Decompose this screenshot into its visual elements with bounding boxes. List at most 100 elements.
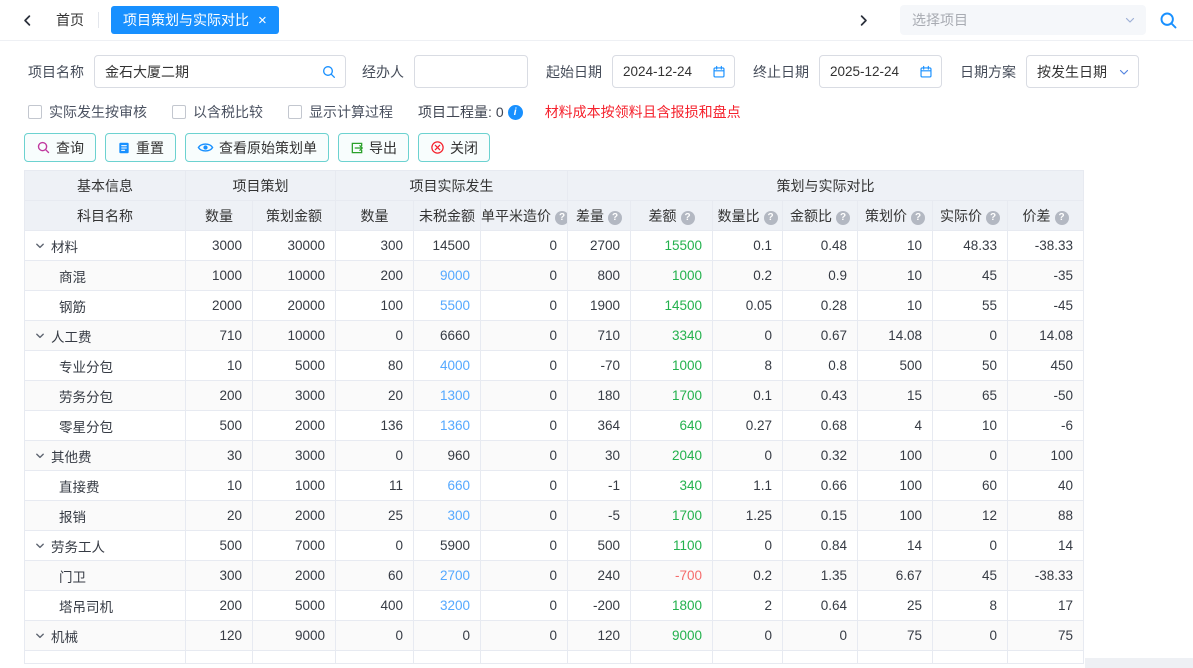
value-cell[interactable]: 2700 <box>414 561 481 591</box>
value[interactable]: 1300 <box>440 388 470 403</box>
value-cell[interactable]: 9000 <box>414 261 481 291</box>
help-icon[interactable]: ? <box>836 211 850 225</box>
value-cell[interactable]: 660 <box>414 471 481 501</box>
start-date-picker[interactable]: 2024-12-24 <box>612 55 735 88</box>
value: 10 <box>982 418 997 433</box>
global-search-icon[interactable] <box>1158 10 1179 31</box>
value-cell: 8 <box>933 591 1008 621</box>
value-cell[interactable]: 300 <box>414 501 481 531</box>
value: 25 <box>907 598 922 613</box>
value[interactable]: 9000 <box>440 268 470 283</box>
reset-button[interactable]: 重置 <box>105 133 176 162</box>
help-icon[interactable]: ? <box>764 211 778 225</box>
value: 2000 <box>295 508 325 523</box>
value: 136 <box>380 418 403 433</box>
close-button-label: 关闭 <box>450 138 478 158</box>
collapse-icon[interactable] <box>35 331 45 341</box>
value: 100 <box>899 448 922 463</box>
value-cell[interactable]: 3200 <box>414 591 481 621</box>
value-cell: -35 <box>1008 261 1084 291</box>
tab-home[interactable]: 首页 <box>56 10 84 30</box>
checkbox-icon[interactable] <box>288 105 302 119</box>
tab-close-icon[interactable]: × <box>258 13 267 28</box>
value-cell: 0.84 <box>783 531 858 561</box>
subject-name-cell[interactable]: 人工费 <box>25 321 186 351</box>
collapse-icon[interactable] <box>35 451 45 461</box>
value[interactable]: 660 <box>447 478 470 493</box>
subject-name-cell[interactable]: 机械 <box>25 621 186 651</box>
help-icon[interactable]: ? <box>681 211 695 225</box>
value: 0 <box>395 448 403 463</box>
value: 0.48 <box>821 238 847 253</box>
project-name-input[interactable] <box>95 64 321 80</box>
value-cell: 300 <box>336 231 414 261</box>
value[interactable]: 1360 <box>440 418 470 433</box>
collapse-icon[interactable] <box>35 631 45 641</box>
collapse-icon[interactable] <box>35 541 45 551</box>
value-cell: 960 <box>414 441 481 471</box>
value-cell: 800 <box>568 261 631 291</box>
value-cell: 136 <box>336 411 414 441</box>
value: 40 <box>1058 478 1073 493</box>
subject-name-cell: 劳务分包 <box>25 381 186 411</box>
subject-name-cell[interactable]: 其他费 <box>25 441 186 471</box>
value[interactable]: 300 <box>447 508 470 523</box>
end-date-picker[interactable]: 2025-12-24 <box>819 55 942 88</box>
search-icon[interactable] <box>321 64 337 80</box>
value-cell: 0 <box>713 321 783 351</box>
export-button[interactable]: 导出 <box>338 133 409 162</box>
value: 20000 <box>287 298 325 313</box>
project-quantity-value: 0 <box>496 104 504 120</box>
help-icon[interactable]: ? <box>911 211 925 225</box>
value-cell: -50 <box>1008 381 1084 411</box>
value-cell: 0.28 <box>783 291 858 321</box>
subject-name-cell[interactable]: 材料 <box>25 231 186 261</box>
info-icon[interactable]: i <box>508 105 523 120</box>
subject-name-cell: 直接费 <box>25 471 186 501</box>
value: 0.67 <box>821 328 847 343</box>
checkbox-icon[interactable] <box>28 105 42 119</box>
scrollbar-track[interactable] <box>1085 658 1193 668</box>
close-button[interactable]: 关闭 <box>418 133 490 162</box>
subject-name: 直接费 <box>35 480 100 495</box>
value: 450 <box>1051 358 1074 373</box>
value-cell: 1000 <box>186 261 253 291</box>
query-button[interactable]: 查询 <box>24 133 96 162</box>
agent-input[interactable] <box>415 64 527 80</box>
value-cell: 60 <box>933 471 1008 501</box>
help-icon[interactable]: ? <box>608 211 622 225</box>
help-icon[interactable]: ? <box>555 211 568 225</box>
value-cell: -70 <box>568 351 631 381</box>
subject-name-cell[interactable]: 劳务工人 <box>25 531 186 561</box>
value-cell: 5900 <box>414 531 481 561</box>
checkbox-icon[interactable] <box>172 105 186 119</box>
forward-icon[interactable] <box>852 9 874 31</box>
value-cell: 0.32 <box>783 441 858 471</box>
checkbox-actual-audited[interactable]: 实际发生按审核 <box>28 102 147 122</box>
value-cell: 1.1 <box>713 471 783 501</box>
value-cell: 0.66 <box>783 471 858 501</box>
value-cell: 100 <box>858 441 933 471</box>
project-select[interactable]: 选择项目 <box>900 5 1146 35</box>
back-icon[interactable] <box>16 9 38 31</box>
help-icon[interactable]: ? <box>1055 211 1069 225</box>
value: 2000 <box>295 418 325 433</box>
view-original-plan-button[interactable]: 查看原始策划单 <box>185 133 329 162</box>
checkbox-show-calculation[interactable]: 显示计算过程 <box>288 102 393 122</box>
date-scheme-select[interactable]: 按发生日期 <box>1026 55 1139 88</box>
value-cell: 15 <box>858 381 933 411</box>
checkbox-tax-included[interactable]: 以含税比较 <box>172 102 263 122</box>
value-cell[interactable]: 4000 <box>414 351 481 381</box>
value-cell[interactable]: 1300 <box>414 381 481 411</box>
value[interactable]: 3200 <box>440 598 470 613</box>
value[interactable]: 2700 <box>440 568 470 583</box>
help-icon[interactable]: ? <box>986 211 1000 225</box>
value[interactable]: 4000 <box>440 358 470 373</box>
value-cell[interactable]: 5500 <box>414 291 481 321</box>
value-cell[interactable]: 1360 <box>414 411 481 441</box>
tab-project-compare[interactable]: 项目策划与实际对比 × <box>111 6 279 34</box>
value[interactable]: 5500 <box>440 298 470 313</box>
collapse-icon[interactable] <box>35 241 45 251</box>
value: 15 <box>907 388 922 403</box>
value-cell: 0 <box>713 621 783 651</box>
